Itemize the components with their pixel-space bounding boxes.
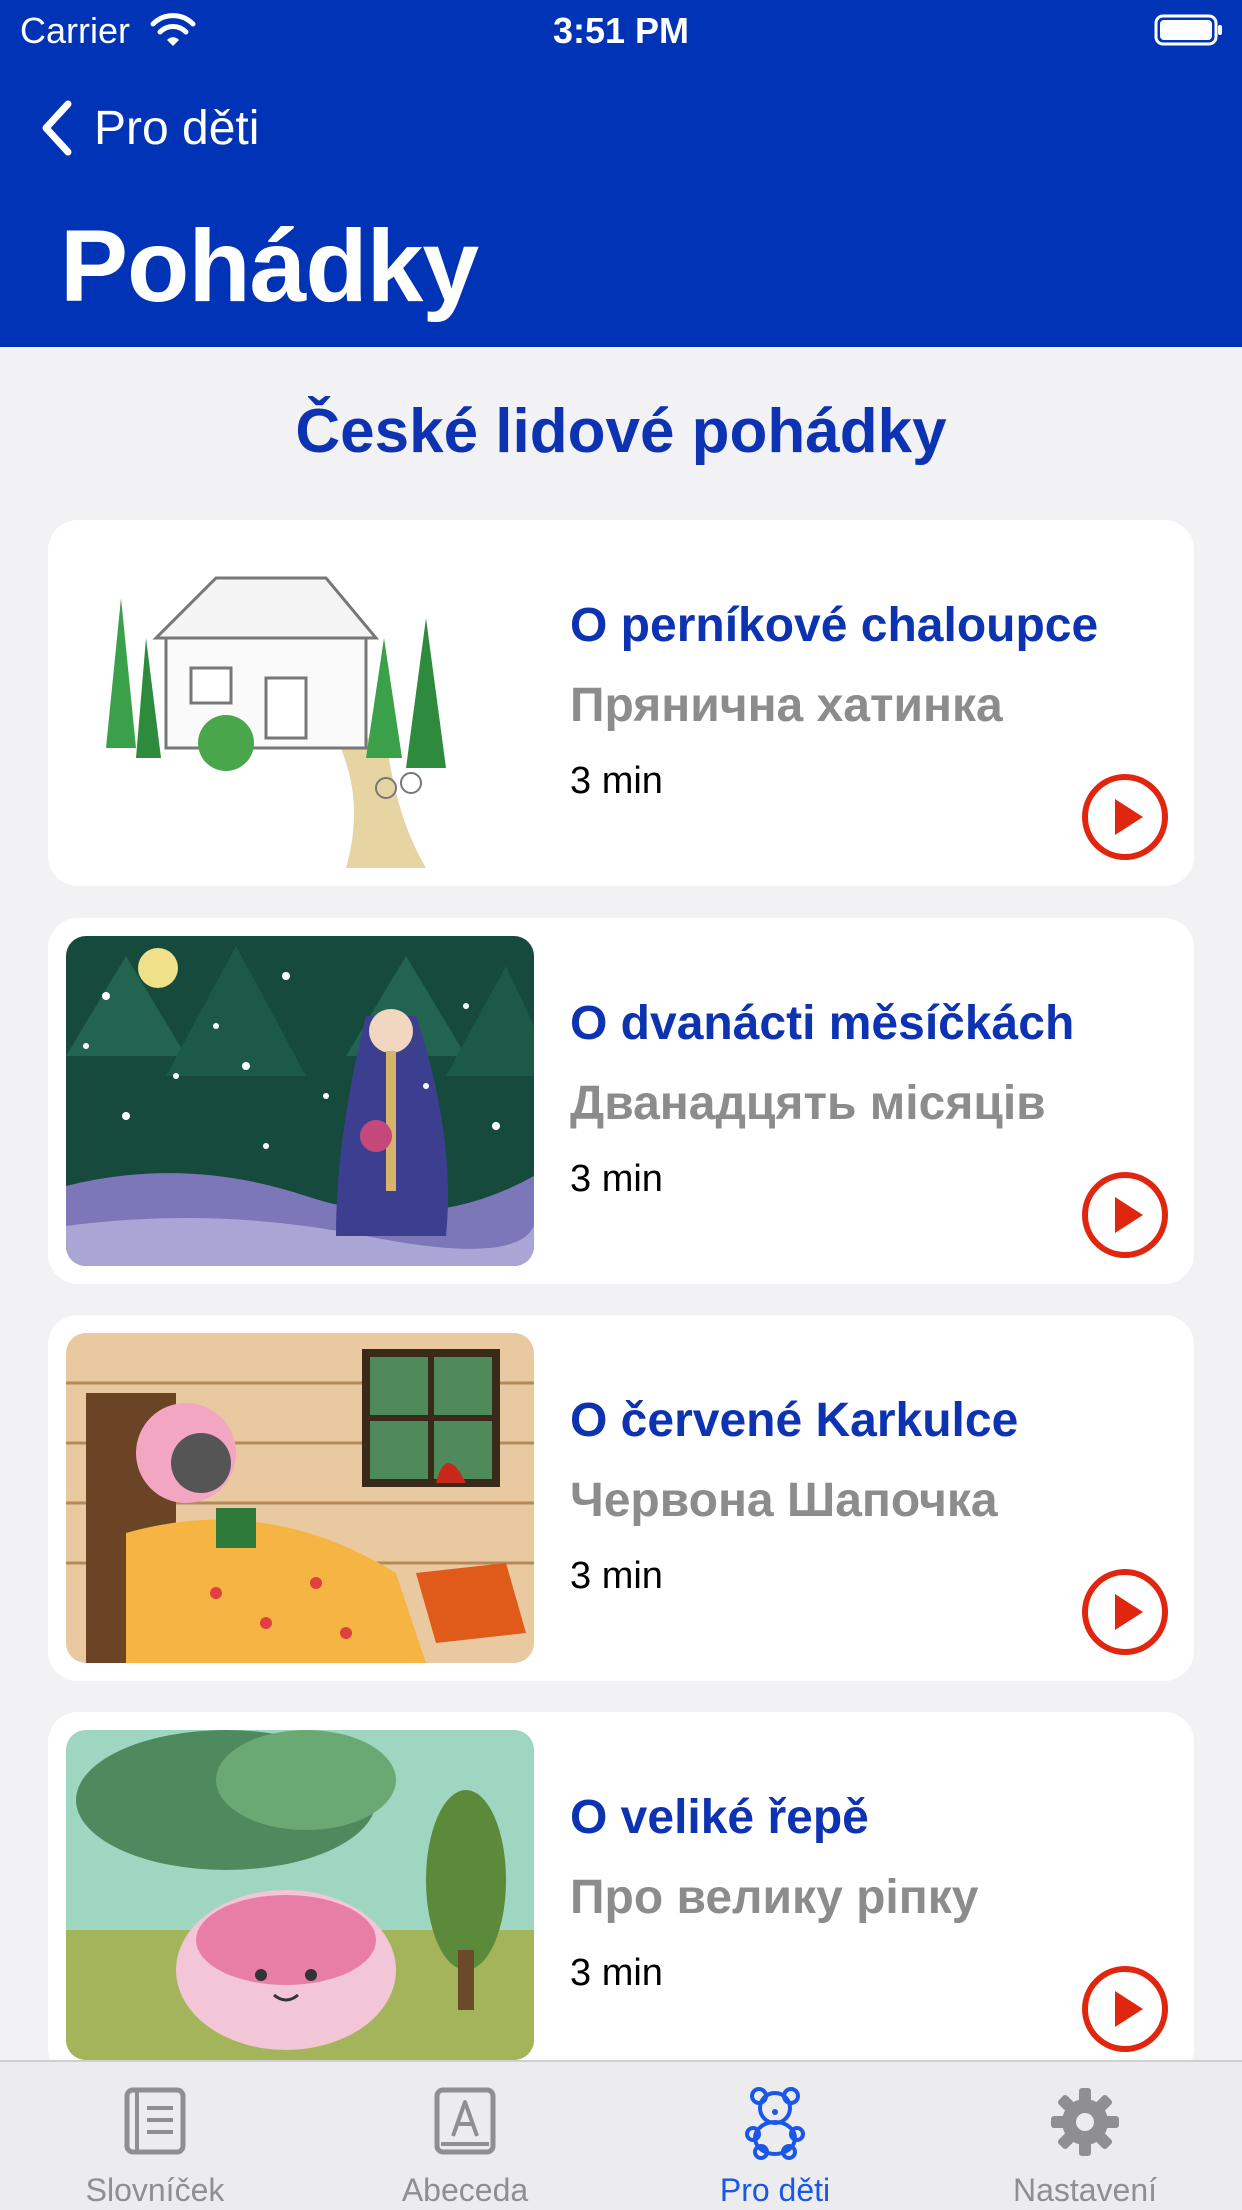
- section-title: České lidové pohádky: [295, 397, 947, 466]
- story-duration: 3 min: [570, 1952, 663, 1994]
- story-title: O perníkové chaloupce: [570, 599, 1099, 652]
- status-bar: Carrier 3:51 PM: [0, 0, 1242, 62]
- story-title: O dvanácti měsíčkách: [570, 997, 1075, 1050]
- story-title: O veliké řepě: [570, 1791, 869, 1844]
- story-duration: 3 min: [570, 1555, 663, 1597]
- tab-label: Abeceda: [401, 2172, 529, 2208]
- status-time: 3:51 PM: [552, 10, 690, 51]
- book-icon: [124, 2087, 186, 2155]
- story-card[interactable]: O červené Karkulce Червона Шапочка 3 min: [48, 1315, 1194, 1681]
- tab-bar: Slovníček Abeceda Pro děti Nastavení: [0, 2060, 1242, 2210]
- tab-nastaveni[interactable]: Nastavení: [930, 2062, 1240, 2210]
- story-card[interactable]: O dvanácti měsíčkách Дванадцять місяців …: [48, 918, 1194, 1284]
- story-subtitle: Про велику ріпку: [570, 1871, 979, 1924]
- gingerbread-house-illustration: [66, 538, 534, 868]
- play-icon[interactable]: [1080, 1170, 1170, 1260]
- tab-label: Pro děti: [719, 2172, 831, 2208]
- gear-icon: [1051, 2088, 1119, 2156]
- story-card[interactable]: O perníkové chaloupce Прянична хатинка 3…: [48, 520, 1194, 886]
- tab-label: Nastavení: [1012, 2172, 1158, 2208]
- play-icon[interactable]: [1080, 1567, 1170, 1657]
- story-subtitle: Червона Шапочка: [570, 1474, 998, 1527]
- navigation-header: Carrier 3:51 PM Pro děti Pohádky: [0, 0, 1242, 347]
- story-card[interactable]: O veliké řepě Про велику ріпку 3 min: [48, 1712, 1194, 2078]
- story-duration: 3 min: [570, 1158, 663, 1200]
- tab-slovnicek[interactable]: Slovníček: [0, 2062, 310, 2210]
- play-icon[interactable]: [1080, 1964, 1170, 2054]
- battery-icon: [1154, 14, 1222, 46]
- tab-pro-deti[interactable]: Pro děti: [620, 2062, 930, 2210]
- story-subtitle: Прянична хатинка: [570, 679, 1003, 732]
- little-red-riding-hood-illustration: [66, 1333, 534, 1663]
- back-button-label: Pro děti: [94, 101, 260, 155]
- tab-label: Slovníček: [85, 2172, 225, 2208]
- giant-turnip-illustration: [66, 1730, 534, 2060]
- back-button[interactable]: Pro děti: [36, 96, 259, 160]
- alphabet-book-icon: [434, 2087, 496, 2155]
- tab-abeceda[interactable]: Abeceda: [310, 2062, 620, 2210]
- story-title: O červené Karkulce: [570, 1394, 1019, 1447]
- play-icon[interactable]: [1080, 772, 1170, 862]
- story-duration: 3 min: [570, 760, 663, 802]
- chevron-left-icon: [42, 100, 72, 156]
- twelve-months-snow-illustration: [66, 936, 534, 1266]
- story-subtitle: Дванадцять місяців: [570, 1077, 1046, 1130]
- teddy-bear-icon: [745, 2087, 805, 2160]
- page-title: Pohádky: [60, 209, 479, 323]
